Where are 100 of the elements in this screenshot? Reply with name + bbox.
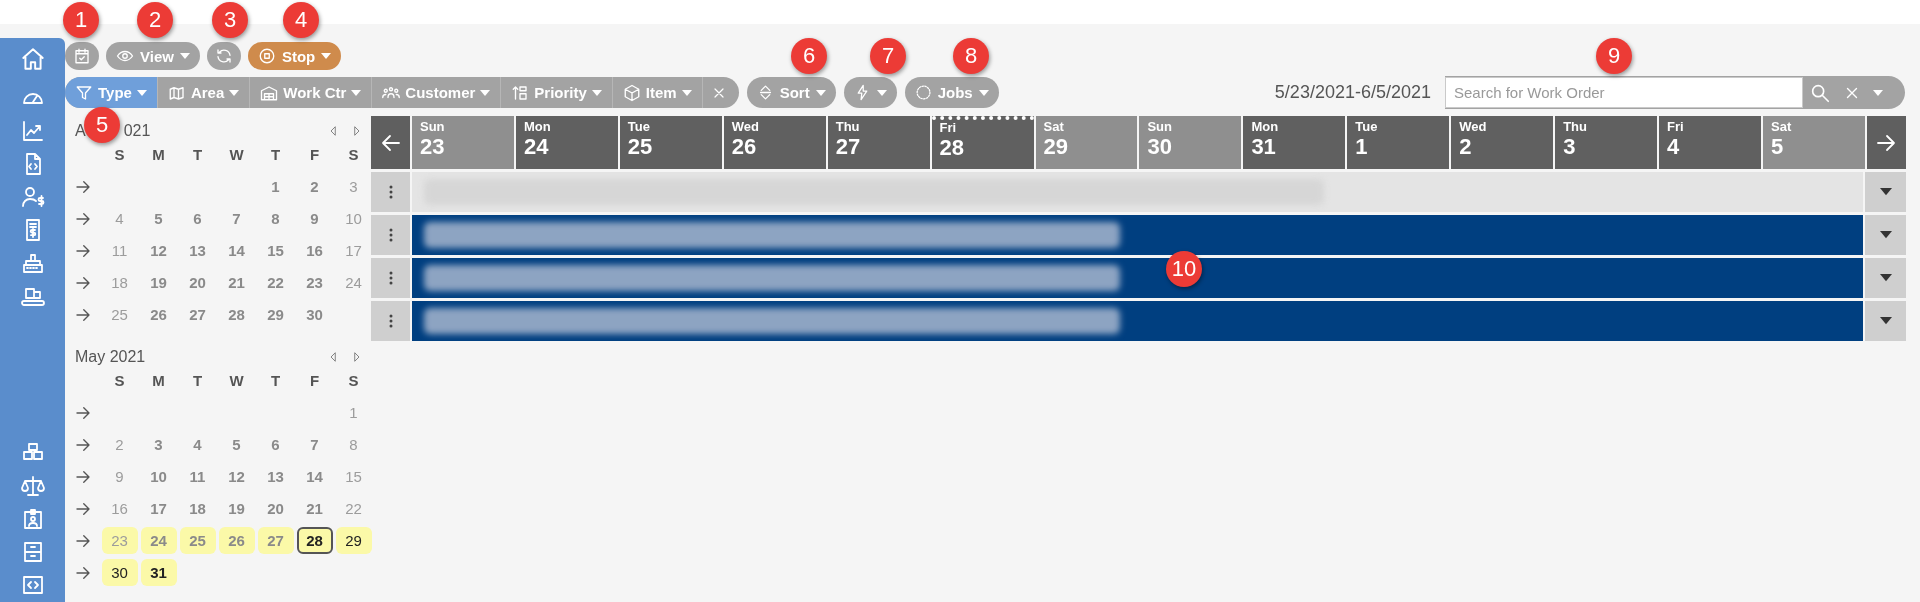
calendar-day[interactable]: 3 [335, 173, 372, 200]
calendar-day[interactable]: 24 [335, 269, 372, 296]
calendar-day[interactable]: 16 [101, 495, 138, 522]
calendar-day[interactable]: 10 [140, 463, 177, 490]
calendar-day[interactable]: 8 [335, 431, 372, 458]
dropdown-button[interactable]: Stop [247, 42, 342, 70]
caret-icon [1879, 274, 1892, 282]
calendar-day[interactable]: 15 [335, 463, 372, 490]
calendar-day[interactable]: 17 [140, 495, 177, 522]
calendar-day[interactable]: 17 [335, 237, 372, 264]
vertical-dots-icon [388, 271, 393, 285]
calendar-day[interactable]: 15 [257, 237, 294, 264]
calendar-day[interactable]: 26 [218, 527, 255, 554]
calendar-day[interactable]: 30 [101, 559, 138, 586]
calendar-day[interactable]: 9 [296, 205, 333, 232]
filter-dropdown[interactable]: Customer [372, 77, 502, 108]
job-bar[interactable] [412, 258, 1863, 298]
search-field[interactable]: Search for Work Order [1445, 77, 1803, 108]
calendar-day[interactable]: 23 [101, 527, 138, 554]
row-expand-button[interactable] [1865, 301, 1906, 341]
calendar-day[interactable]: 29 [257, 301, 294, 328]
chart-icon[interactable] [20, 119, 45, 143]
dropdown-button[interactable]: View [106, 42, 200, 70]
row-expand-button[interactable] [1865, 172, 1906, 212]
filter-dropdown[interactable]: Work Ctr [250, 77, 373, 108]
calendar-day[interactable]: 21 [296, 495, 333, 522]
calendar-day[interactable]: 25 [101, 301, 138, 328]
calendar-day[interactable]: 19 [218, 495, 255, 522]
next-period-button[interactable] [1866, 116, 1906, 169]
caret-icon [591, 89, 602, 96]
weekday-heading: T [191, 146, 204, 165]
row-expand-button[interactable] [1865, 215, 1906, 255]
weekday-heading: S [347, 372, 360, 391]
calendar-check-button[interactable] [65, 42, 99, 70]
home-icon[interactable] [19, 46, 46, 72]
calendar-day[interactable]: 5 [218, 431, 255, 458]
calendar-day[interactable]: 8 [257, 205, 294, 232]
scale-icon[interactable] [20, 474, 45, 498]
calendar-day[interactable]: 20 [179, 269, 216, 296]
calendar-day[interactable]: 11 [179, 463, 216, 490]
dropdown-button[interactable]: Jobs [904, 77, 999, 108]
calendar-day[interactable]: 13 [179, 237, 216, 264]
calendar-day[interactable]: 7 [218, 205, 255, 232]
cash-register-icon[interactable] [20, 251, 45, 275]
calendar-day[interactable]: 26 [140, 301, 177, 328]
calendar-day[interactable]: 5 [140, 205, 177, 232]
filter-dropdown[interactable]: Type [65, 77, 158, 108]
calendar-day[interactable]: 30 [296, 301, 333, 328]
calendar-day[interactable]: 3 [140, 431, 177, 458]
dropdown-button[interactable]: Sort [746, 77, 836, 108]
calendar-day[interactable]: 10 [335, 205, 372, 232]
user-dollar-icon[interactable] [20, 185, 45, 209]
code-icon[interactable] [20, 573, 45, 597]
caret-icon [815, 89, 826, 96]
calendar-day[interactable]: 14 [218, 237, 255, 264]
calendar-day[interactable]: 4 [179, 431, 216, 458]
calendar-day[interactable]: 2 [296, 173, 333, 200]
calendar-day[interactable]: 16 [296, 237, 333, 264]
calendar-day[interactable]: 23 [296, 269, 333, 296]
calendar-day[interactable]: 28 [218, 301, 255, 328]
row-expand-button[interactable] [1865, 258, 1906, 298]
filter-dropdown[interactable]: Area [157, 77, 251, 108]
calendar-day[interactable]: 31 [140, 559, 177, 586]
filter-dropdown[interactable]: Priority [501, 77, 613, 108]
calendar-day[interactable]: 12 [140, 237, 177, 264]
calendar-day[interactable]: 25 [179, 527, 216, 554]
callout-number: 9 [1596, 38, 1632, 74]
calendar-day[interactable]: 7 [296, 431, 333, 458]
calendar-day[interactable]: 9 [101, 463, 138, 490]
refresh-button[interactable] [206, 42, 241, 70]
job-bar[interactable] [412, 301, 1863, 341]
calendar-day[interactable]: 22 [257, 269, 294, 296]
calendar-day[interactable]: 19 [140, 269, 177, 296]
calendar-day[interactable]: 1 [335, 399, 372, 426]
job-bar[interactable] [412, 215, 1863, 255]
dropdown-button[interactable] [843, 77, 897, 108]
calendar-day[interactable]: 24 [140, 527, 177, 554]
calendar-day[interactable]: 21 [218, 269, 255, 296]
calendar-day[interactable]: 14 [296, 463, 333, 490]
calendar-day[interactable]: 29 [335, 527, 372, 554]
calendar-day[interactable]: 22 [335, 495, 372, 522]
weekday-heading: F [308, 372, 321, 391]
weekday-heading: W [228, 372, 245, 391]
calendar-day[interactable]: 20 [257, 495, 294, 522]
calendar-day[interactable]: 1 [257, 173, 294, 200]
calendar-day[interactable]: 18 [179, 495, 216, 522]
calendar-day[interactable]: 27 [179, 301, 216, 328]
calendar-day[interactable]: 6 [179, 205, 216, 232]
callout-number: 2 [137, 2, 173, 38]
calendar-day[interactable]: 13 [257, 463, 294, 490]
calendar-day[interactable]: 11 [101, 237, 138, 264]
calendar-day[interactable]: 12 [218, 463, 255, 490]
calendar-day[interactable]: 6 [257, 431, 294, 458]
calendar-day[interactable]: 27 [257, 527, 294, 554]
calendar-day[interactable]: 18 [101, 269, 138, 296]
calendar-day[interactable]: 2 [101, 431, 138, 458]
previous-period-button[interactable] [371, 116, 410, 169]
calendar-day[interactable]: 4 [101, 205, 138, 232]
filter-dropdown[interactable]: Item [612, 77, 703, 108]
calendar-day[interactable]: 28 [296, 527, 333, 554]
